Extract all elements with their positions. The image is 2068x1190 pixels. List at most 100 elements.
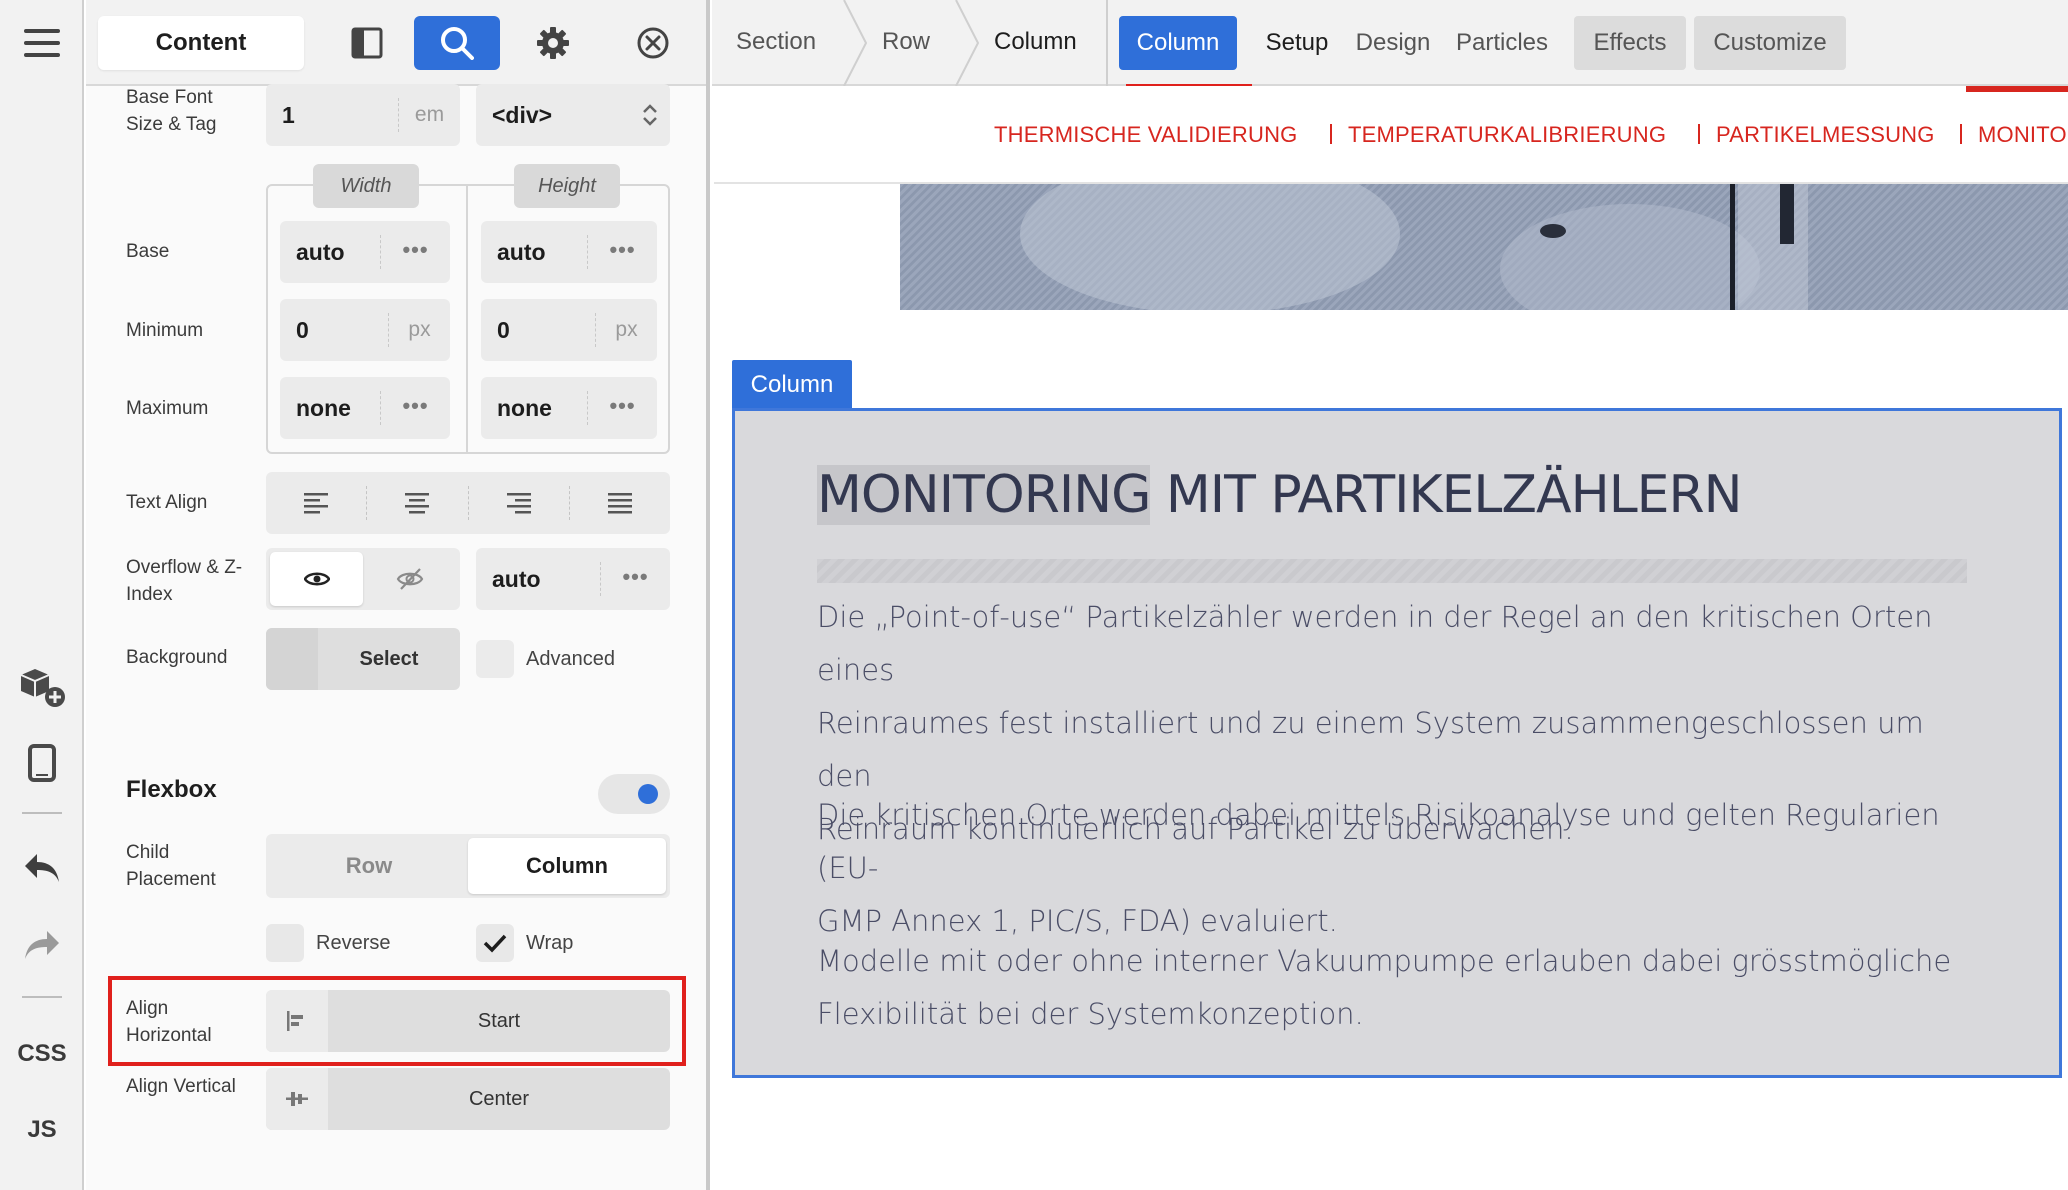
nav-link-monitoring[interactable]: MONITO bbox=[1978, 122, 2067, 148]
base-width-input[interactable]: auto ••• bbox=[280, 221, 450, 283]
column-element-tag[interactable]: Column bbox=[732, 360, 852, 410]
max-width-value: none bbox=[296, 394, 351, 421]
section-heading: MONITORING MIT PARTIKELZÄHLERN bbox=[817, 465, 1743, 525]
align-horizontal-label: Align Horizontal bbox=[126, 998, 212, 1046]
breadcrumb-section[interactable]: Section bbox=[736, 28, 816, 56]
page-preview: THERMISCHE VALIDIERUNG TEMPERATURKALIBRI… bbox=[714, 86, 2068, 1190]
nav-separator bbox=[1698, 124, 1700, 144]
flexbox-toggle[interactable] bbox=[598, 774, 670, 814]
align-vertical-select[interactable]: Center bbox=[266, 1068, 670, 1130]
max-width-more[interactable]: ••• bbox=[380, 391, 450, 425]
visible-eye-icon[interactable] bbox=[270, 552, 363, 606]
nav-link-thermische[interactable]: THERMISCHE VALIDIERUNG bbox=[994, 122, 1297, 148]
tab-column[interactable]: Column bbox=[1119, 16, 1237, 70]
background-swatch bbox=[266, 628, 318, 690]
tag-select[interactable]: <div> bbox=[476, 84, 670, 146]
redo-icon[interactable] bbox=[0, 922, 84, 968]
base-font-unit[interactable]: em bbox=[398, 98, 460, 132]
heading-rest: MIT PARTIKELZÄHLERN bbox=[1150, 465, 1743, 525]
align-vertical-value: Center bbox=[468, 1087, 530, 1110]
heading-divider bbox=[817, 559, 1967, 583]
rail-divider bbox=[22, 812, 62, 814]
min-width-value: 0 bbox=[296, 316, 309, 343]
height-tab[interactable]: Height bbox=[514, 164, 620, 208]
tab-particles[interactable]: Particles bbox=[1444, 16, 1560, 70]
z-index-input[interactable]: auto ••• bbox=[476, 548, 670, 610]
text-align-group bbox=[266, 472, 670, 534]
nav-separator bbox=[1960, 124, 1962, 144]
element-top-bar: Section Row Column Column Setup Design P… bbox=[712, 0, 2068, 88]
panel-toolbar: Content bbox=[86, 0, 706, 86]
undo-icon[interactable] bbox=[0, 845, 84, 891]
base-label: Base bbox=[126, 241, 170, 262]
align-justify-icon[interactable] bbox=[568, 486, 670, 520]
min-height-input[interactable]: 0 px bbox=[481, 299, 657, 361]
max-height-more[interactable]: ••• bbox=[587, 391, 657, 425]
background-select-button[interactable]: Select bbox=[266, 628, 460, 690]
paragraph-1-line: Reinraumes fest installiert und zu einem… bbox=[817, 706, 1924, 793]
base-height-input[interactable]: auto ••• bbox=[481, 221, 657, 283]
gear-icon[interactable] bbox=[516, 16, 590, 70]
add-element-icon[interactable] bbox=[0, 660, 84, 714]
min-width-input[interactable]: 0 px bbox=[280, 299, 450, 361]
css-button[interactable]: CSS bbox=[0, 1036, 84, 1072]
tab-setup[interactable]: Setup bbox=[1252, 16, 1342, 70]
overflow-label: Overflow & Z-Index bbox=[126, 557, 243, 605]
align-center-icon[interactable] bbox=[366, 486, 467, 520]
base-font-size-input[interactable]: 1 em bbox=[266, 84, 460, 146]
z-index-more[interactable]: ••• bbox=[600, 562, 670, 596]
rail-divider-2 bbox=[22, 996, 62, 998]
left-rail: CSS JS bbox=[0, 0, 84, 1190]
nav-link-temperatur[interactable]: TEMPERATURKALIBRIERUNG bbox=[1348, 122, 1666, 148]
align-horizontal-select[interactable]: Start bbox=[266, 990, 670, 1052]
base-font-label: Base Font Size & Tag bbox=[126, 87, 217, 135]
minimum-label: Minimum bbox=[126, 320, 204, 341]
paragraph-2: Die kritischen Orte werden dabei mittels… bbox=[817, 789, 1957, 948]
layout-panel-icon[interactable] bbox=[330, 16, 404, 70]
paragraph-1-line: Die „Point-of-use“ Partikelzähler werden… bbox=[817, 600, 1933, 687]
builder-panel: Content Base Font Size & Tag 1 em <div> … bbox=[86, 0, 710, 1190]
tab-design[interactable]: Design bbox=[1348, 16, 1438, 70]
nav-separator bbox=[1330, 124, 1332, 144]
min-height-unit[interactable]: px bbox=[595, 313, 657, 347]
base-height-more[interactable]: ••• bbox=[587, 235, 657, 269]
reverse-checkbox[interactable] bbox=[266, 924, 304, 962]
maximum-label: Maximum bbox=[126, 398, 209, 419]
tag-select-value: <div> bbox=[492, 101, 553, 128]
column-container[interactable]: MONITORING MIT PARTIKELZÄHLERN Die „Poin… bbox=[732, 408, 2062, 1078]
max-width-input[interactable]: none ••• bbox=[280, 377, 450, 439]
hidden-eye-icon[interactable] bbox=[363, 552, 456, 606]
align-right-icon[interactable] bbox=[467, 486, 569, 520]
content-mode-button[interactable]: Content bbox=[98, 16, 304, 70]
hamburger-menu-icon[interactable] bbox=[0, 18, 84, 68]
child-placement-toggle: Row Column bbox=[266, 834, 670, 898]
nav-link-partikel[interactable]: PARTIKELMESSUNG bbox=[1716, 122, 1935, 148]
wrap-checkbox[interactable] bbox=[476, 924, 514, 962]
base-width-more[interactable]: ••• bbox=[380, 235, 450, 269]
width-tab[interactable]: Width bbox=[313, 164, 419, 208]
topbar-divider bbox=[1106, 0, 1108, 86]
paragraph-3: Modelle mit oder ohne interner Vakuumpum… bbox=[817, 935, 1957, 1041]
hero-image bbox=[900, 184, 2068, 310]
base-height-value: auto bbox=[497, 238, 546, 265]
search-icon[interactable] bbox=[414, 16, 500, 70]
advanced-checkbox[interactable] bbox=[476, 640, 514, 678]
responsive-device-icon[interactable] bbox=[0, 738, 84, 788]
align-left-icon[interactable] bbox=[266, 472, 366, 534]
flexbox-toggle-knob bbox=[638, 784, 658, 804]
row-option[interactable]: Row bbox=[270, 838, 468, 894]
tab-effects[interactable]: Effects bbox=[1574, 16, 1686, 70]
text-align-label: Text Align bbox=[126, 492, 208, 513]
align-center-v-icon bbox=[266, 1068, 328, 1130]
paragraph-3-line: Flexibilität bei der Systemkonzeption. bbox=[817, 997, 1364, 1031]
breadcrumb-column[interactable]: Column bbox=[994, 28, 1077, 56]
min-width-unit[interactable]: px bbox=[388, 313, 450, 347]
js-button[interactable]: JS bbox=[0, 1112, 84, 1148]
align-start-icon bbox=[266, 990, 328, 1052]
tab-customize[interactable]: Customize bbox=[1694, 16, 1846, 70]
close-icon[interactable] bbox=[616, 16, 690, 70]
column-option[interactable]: Column bbox=[468, 838, 666, 894]
max-height-input[interactable]: none ••• bbox=[481, 377, 657, 439]
flexbox-title: Flexbox bbox=[126, 776, 217, 803]
breadcrumb-row[interactable]: Row bbox=[882, 28, 930, 56]
